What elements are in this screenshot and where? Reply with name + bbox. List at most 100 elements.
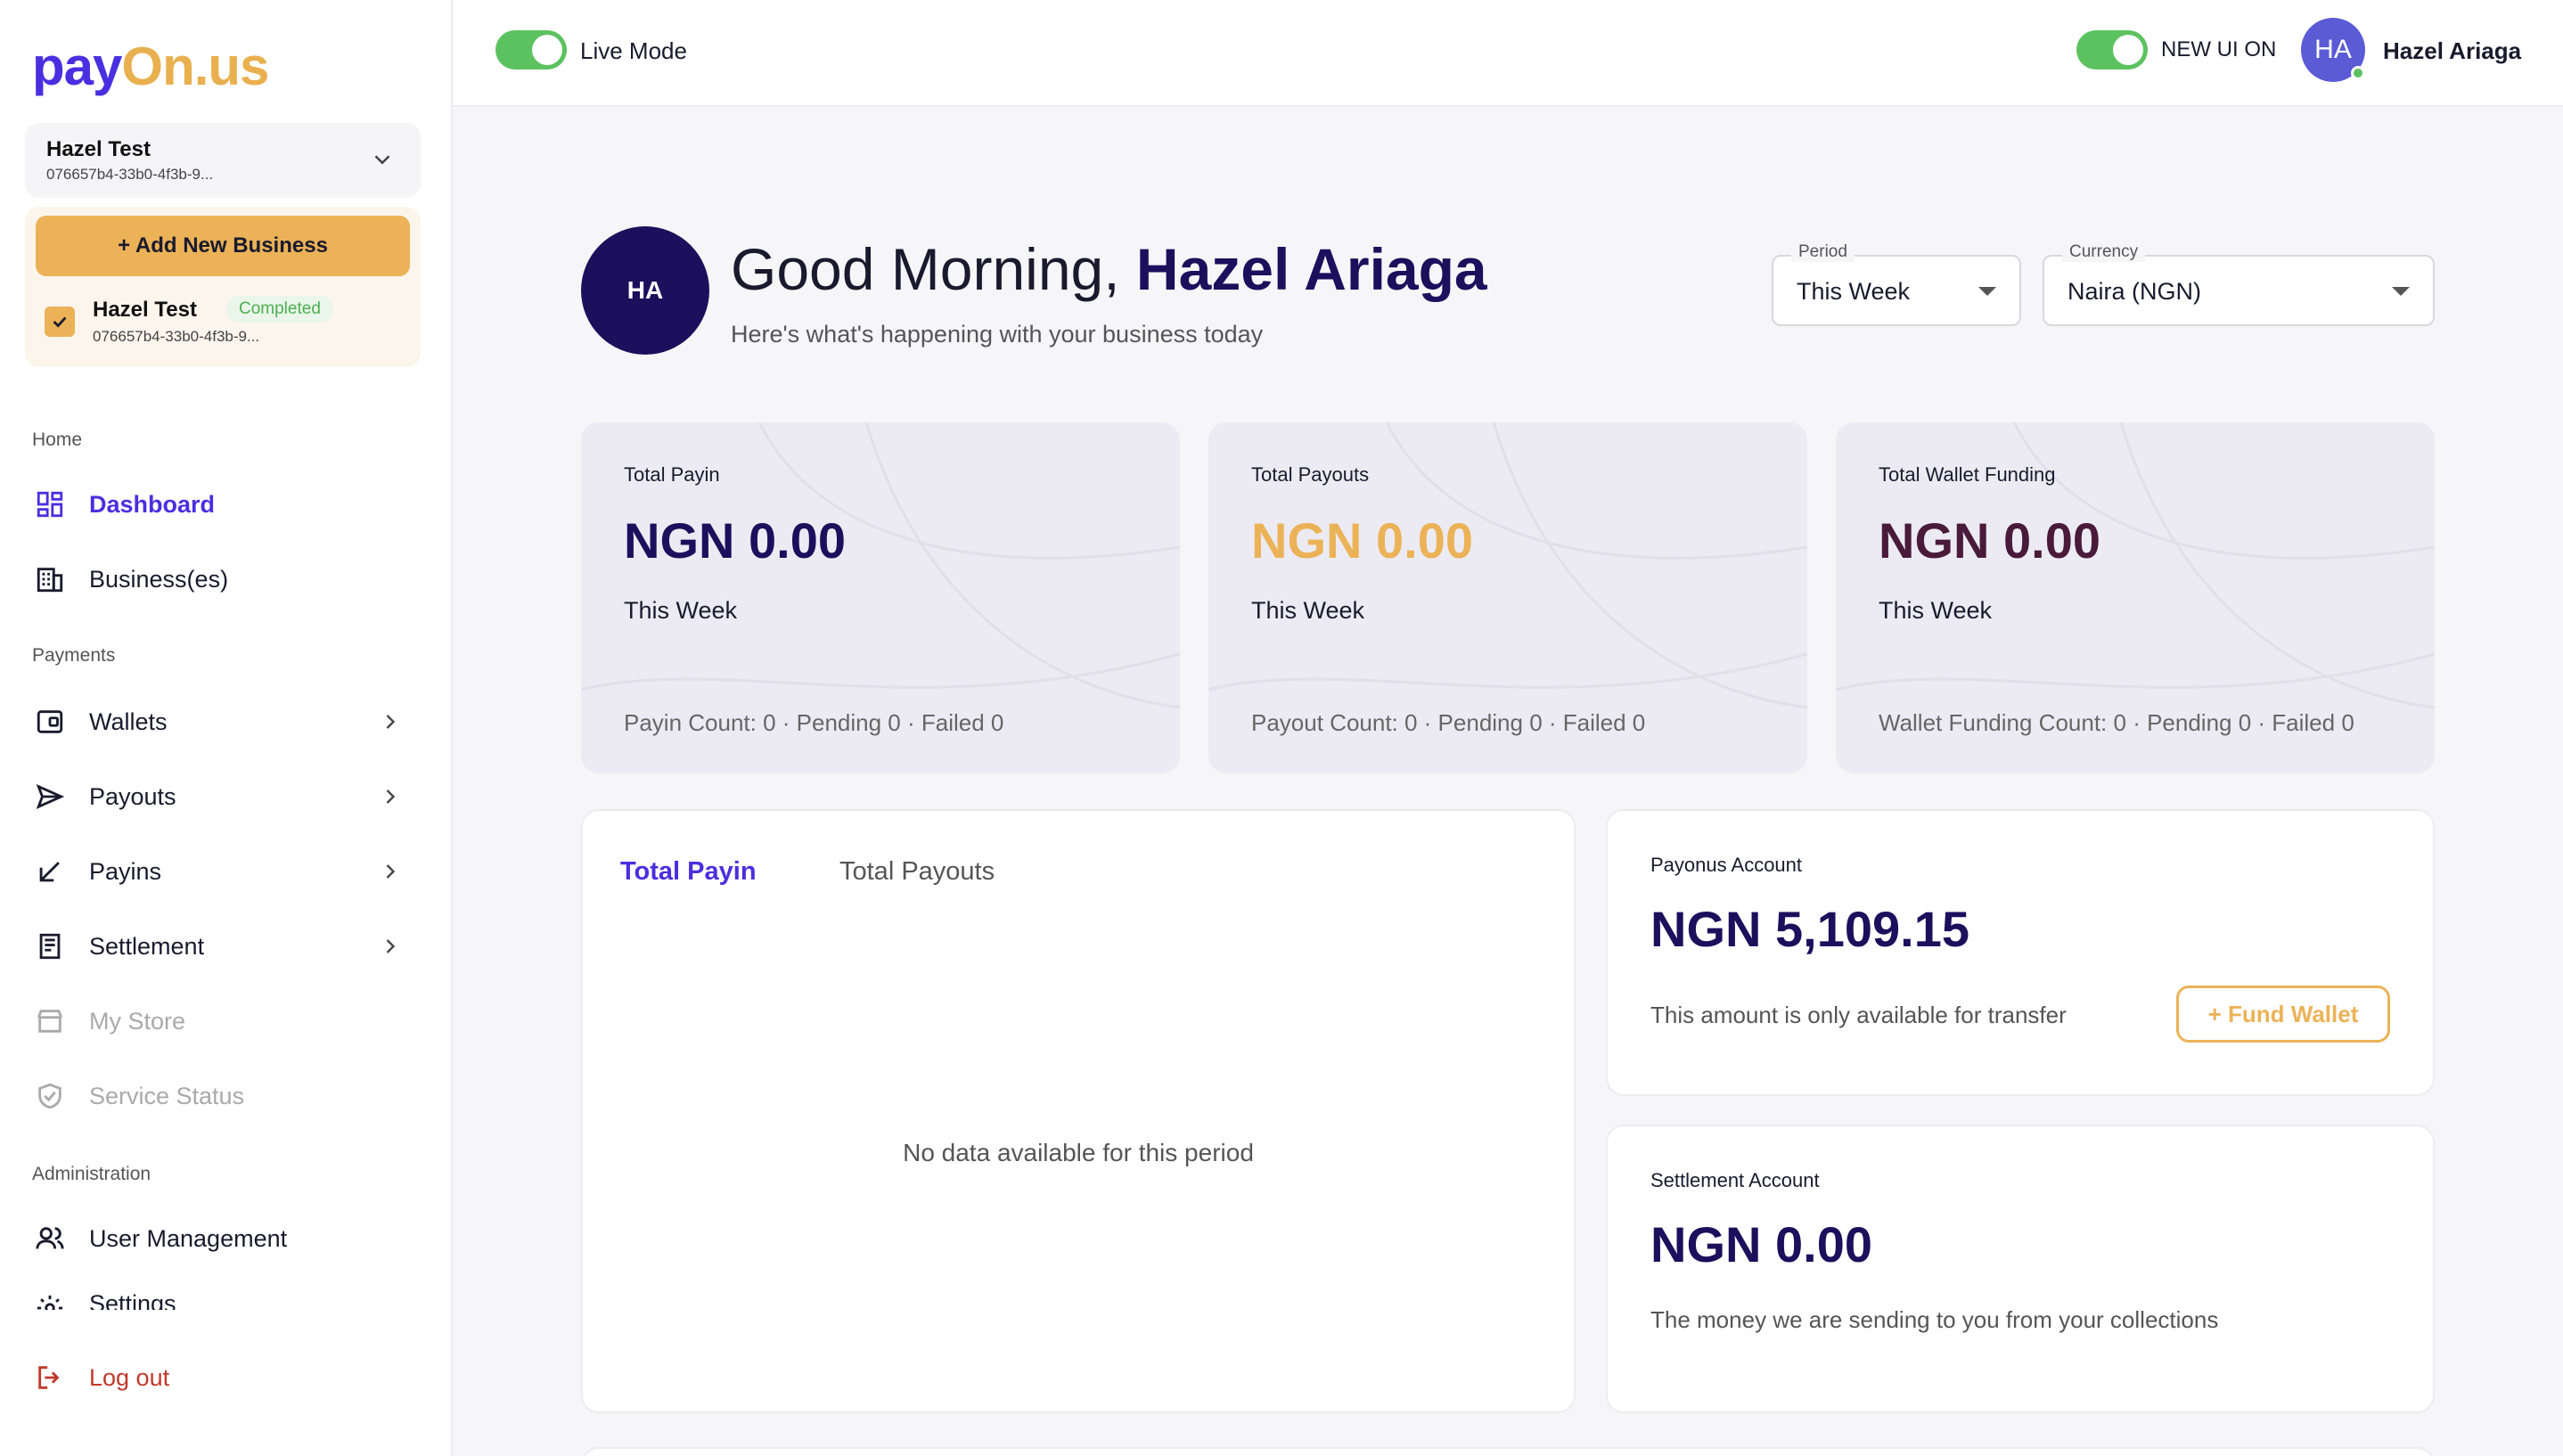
chevron-right-icon (386, 715, 396, 729)
page-title: Good Morning, Hazel Ariaga (731, 235, 1487, 303)
logout-button[interactable]: Log out (32, 1354, 415, 1401)
settlement-account-note: The money we are sending to you from you… (1650, 1306, 2219, 1333)
empty-state-text: No data available for this period (903, 1139, 1254, 1166)
sidebar-item-label: Service Status (89, 1082, 245, 1109)
receipt-icon (32, 928, 68, 964)
section-payments: Payments (32, 645, 116, 666)
sidebar-item-label: Payins (89, 857, 162, 885)
sidebar-item-wallets[interactable]: Wallets (32, 699, 415, 745)
greeting-avatar: HA (581, 226, 709, 355)
chevron-right-icon (386, 864, 396, 879)
sidebar: payOn.us Hazel Test 076657b4-33b0-4f3b-9… (0, 0, 453, 1456)
business-selector-name: Hazel Test (46, 137, 151, 161)
live-mode-label: Live Mode (580, 37, 687, 64)
payonus-account-amount: NGN 5,109.15 (1650, 901, 1969, 957)
sidebar-item-payouts[interactable]: Payouts (32, 773, 415, 820)
chevron-right-icon (386, 789, 396, 804)
stat-amount: NGN 0.00 (624, 512, 846, 568)
business-item-name: Hazel Test (93, 298, 197, 322)
users-icon (32, 1221, 68, 1256)
stat-amount: NGN 0.00 (1879, 512, 2100, 568)
stat-title: Total Wallet Funding (1879, 463, 2056, 486)
sidebar-item-my-store[interactable]: My Store (32, 998, 415, 1044)
payonus-account-card: Payonus Account NGN 5,109.15 This amount… (1606, 809, 2435, 1096)
currency-legend: Currency (2062, 242, 2146, 262)
stat-period: This Week (1251, 597, 1365, 624)
checkbox-checked-icon[interactable] (45, 307, 75, 337)
stat-counts: Wallet Funding Count: 0 · Pending 0 · Fa… (1879, 709, 2354, 736)
sidebar-item-settlement[interactable]: Settlement (32, 923, 415, 969)
stat-period: This Week (624, 597, 738, 624)
business-panel: + Add New Business Hazel Test Completed … (25, 207, 421, 367)
section-administration: Administration (32, 1164, 151, 1184)
business-list-item[interactable]: Hazel Test Completed 076657b4-33b0-4f3b-… (45, 296, 401, 349)
stat-period: This Week (1879, 597, 1993, 624)
building-icon (32, 561, 68, 597)
logout-label: Log out (89, 1363, 170, 1391)
new-ui-label: NEW UI ON (2161, 37, 2277, 61)
tab-total-payouts[interactable]: Total Payouts (839, 857, 995, 887)
user-name[interactable]: Hazel Ariaga (2383, 37, 2521, 65)
sidebar-item-label: My Store (89, 1007, 186, 1035)
greeting-subtitle: Here's what's happening with your busine… (731, 321, 1264, 348)
section-home: Home (32, 429, 83, 450)
stat-card-total-payin: Total Payin NGN 0.00 This Week Payin Cou… (581, 422, 1180, 773)
sidebar-item-label: Dashboard (89, 490, 216, 518)
logout-icon (32, 1360, 68, 1395)
stat-title: Total Payin (624, 463, 720, 486)
sidebar-item-label: Payouts (89, 782, 176, 810)
send-icon (32, 779, 68, 814)
period-legend: Period (1791, 242, 1855, 262)
period-select[interactable]: Period This Week (1772, 242, 2021, 326)
logo-o: O (121, 37, 163, 96)
settlement-account-card: Settlement Account NGN 0.00 The money we… (1606, 1125, 2435, 1413)
avatar-initials: HA (2314, 35, 2352, 64)
caret-down-icon (2392, 287, 2410, 296)
fund-wallet-button[interactable]: + Fund Wallet (2176, 986, 2390, 1043)
currency-select[interactable]: Currency Naira (NGN) (2043, 242, 2435, 326)
stat-counts: Payin Count: 0 · Pending 0 · Failed 0 (624, 709, 1004, 736)
business-selector[interactable]: Hazel Test 076657b4-33b0-4f3b-9... (25, 123, 421, 198)
stat-amount: NGN 0.00 (1251, 512, 1473, 568)
logo-pay: pay (32, 37, 122, 96)
sidebar-item-user-management[interactable]: User Management (32, 1215, 415, 1262)
sidebar-item-settings[interactable]: Settings (32, 1290, 415, 1310)
settlement-account-amount: NGN 0.00 (1650, 1216, 1872, 1272)
avatar[interactable]: HA (2301, 18, 2365, 82)
store-icon (32, 1003, 68, 1039)
new-ui-toggle[interactable] (2076, 30, 2148, 70)
sidebar-item-label: Business(es) (89, 565, 229, 593)
tab-total-payin[interactable]: Total Payin (620, 857, 757, 887)
sidebar-item-dashboard[interactable]: Dashboard (32, 481, 415, 528)
settlement-account-title: Settlement Account (1650, 1169, 1820, 1191)
business-selector-id: 076657b4-33b0-4f3b-9... (46, 166, 214, 183)
gear-icon (32, 1290, 68, 1310)
business-item-id: 076657b4-33b0-4f3b-9... (93, 328, 260, 345)
greeting-prefix: Good Morning, (731, 236, 1120, 302)
period-value: This Week (1797, 278, 1911, 305)
status-badge: Completed (226, 296, 333, 323)
sidebar-item-label: User Management (89, 1224, 288, 1252)
add-new-business-button[interactable]: + Add New Business (36, 216, 410, 276)
live-mode-toggle[interactable] (495, 30, 567, 70)
next-card-edge (581, 1447, 2435, 1456)
stat-card-total-wallet-funding: Total Wallet Funding NGN 0.00 This Week … (1836, 422, 2435, 773)
stat-title: Total Payouts (1251, 463, 1370, 486)
sidebar-item-businesses[interactable]: Business(es) (32, 556, 415, 602)
transactions-chart-card: Total Payin Total Payouts No data availa… (581, 809, 1576, 1413)
shield-check-icon (32, 1078, 68, 1114)
online-status-dot (2351, 66, 2365, 80)
wallet-icon (32, 704, 68, 740)
greeting-name: Hazel Ariaga (1135, 236, 1487, 302)
stat-card-total-payouts: Total Payouts NGN 0.00 This Week Payout … (1208, 422, 1807, 773)
sidebar-item-service-status[interactable]: Service Status (32, 1073, 415, 1119)
chevron-right-icon (386, 939, 396, 953)
sidebar-item-label: Wallets (89, 708, 168, 735)
logo-nus: n.us (162, 37, 269, 96)
logo[interactable]: payOn.us (32, 36, 269, 97)
sidebar-item-payins[interactable]: Payins (32, 848, 415, 895)
payonus-account-note: This amount is only available for transf… (1650, 1002, 2067, 1028)
arrow-down-left-icon (32, 854, 68, 889)
topbar: Live Mode NEW UI ON HA Hazel Ariaga (453, 0, 2563, 107)
sidebar-item-label: Settlement (89, 932, 205, 960)
